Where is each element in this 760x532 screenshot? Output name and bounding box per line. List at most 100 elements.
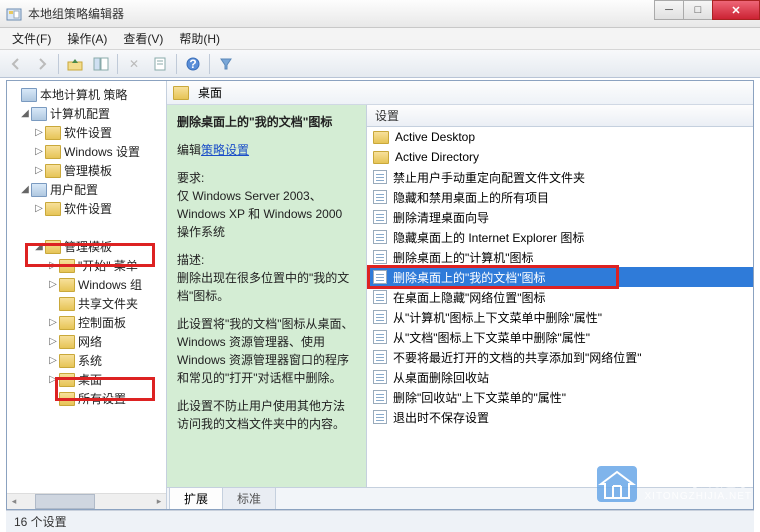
app-icon	[6, 6, 22, 22]
tree-item[interactable]: ▷管理模板	[7, 161, 166, 180]
folder-icon	[373, 151, 389, 164]
folder-icon	[45, 202, 61, 216]
list-item[interactable]: 删除桌面上的"计算机"图标	[367, 247, 753, 267]
policy-title: 删除桌面上的"我的文档"图标	[177, 113, 356, 131]
folder-icon	[45, 240, 61, 254]
tab-standard[interactable]: 标准	[222, 487, 276, 509]
tree-item[interactable]: ▷"开始" 菜单	[7, 256, 166, 275]
list-item[interactable]: 不要将最近打开的文档的共享添加到"网络位置"	[367, 347, 753, 367]
config-icon	[31, 183, 47, 197]
show-hide-tree-button[interactable]	[89, 53, 113, 75]
list-item[interactable]: 删除清理桌面向导	[367, 207, 753, 227]
minimize-button[interactable]: ─	[654, 0, 684, 20]
filter-button[interactable]	[214, 53, 238, 75]
tree-admin-templates[interactable]: ◢管理模板	[7, 237, 166, 256]
status-text: 16 个设置	[14, 513, 67, 530]
list-item-selected[interactable]: 删除桌面上的"我的文档"图标	[367, 267, 753, 287]
forward-button[interactable]	[30, 53, 54, 75]
tree-item[interactable]: ▷网络	[7, 332, 166, 351]
tree-item[interactable]: ▷软件设置	[7, 199, 166, 218]
list-item[interactable]: 隐藏桌面上的 Internet Explorer 图标	[367, 227, 753, 247]
help-button[interactable]: ?	[181, 53, 205, 75]
content: 本地计算机 策略 ◢计算机配置 ▷软件设置 ▷Windows 设置 ▷管理模板 …	[6, 80, 754, 510]
policy-icon	[373, 310, 387, 324]
tree-item[interactable]: 共享文件夹	[7, 294, 166, 313]
policy-icon	[373, 230, 387, 244]
folder-icon	[59, 335, 75, 349]
folder-icon	[59, 373, 75, 387]
description-panel: 删除桌面上的"我的文档"图标 编辑策略设置 要求:仅 Windows Serve…	[167, 105, 367, 487]
back-button[interactable]	[4, 53, 28, 75]
tree-h-scrollbar[interactable]: ◂▸	[7, 493, 166, 509]
up-button[interactable]	[63, 53, 87, 75]
close-button[interactable]: ✕	[712, 0, 760, 20]
tree-user-config[interactable]: ◢用户配置	[7, 180, 166, 199]
window-title: 本地组策略编辑器	[28, 5, 655, 22]
tree-desktop[interactable]: ▷桌面	[7, 370, 166, 389]
folder-icon	[45, 126, 61, 140]
tree-item[interactable]: ▷软件设置	[7, 123, 166, 142]
list-item[interactable]: 从"文档"图标上下文菜单中删除"属性"	[367, 327, 753, 347]
status-bar: 16 个设置	[6, 510, 754, 532]
tree-pane: 本地计算机 策略 ◢计算机配置 ▷软件设置 ▷Windows 设置 ▷管理模板 …	[7, 81, 167, 509]
policy-icon	[373, 250, 387, 264]
policy-icon	[373, 390, 387, 404]
folder-icon	[173, 86, 189, 100]
policy-icon	[373, 330, 387, 344]
folder-icon	[59, 316, 75, 330]
folder-icon	[59, 259, 75, 273]
main-header: 桌面	[167, 81, 753, 105]
policy-icon	[373, 410, 387, 424]
policy-icon	[373, 370, 387, 384]
folder-icon	[373, 131, 389, 144]
menu-view[interactable]: 查看(V)	[115, 28, 171, 49]
tree-root[interactable]: 本地计算机 策略	[7, 85, 166, 104]
main-header-title: 桌面	[198, 84, 222, 101]
edit-policy-link[interactable]: 策略设置	[201, 143, 249, 157]
main-pane: 桌面 删除桌面上的"我的文档"图标 编辑策略设置 要求:仅 Windows Se…	[167, 81, 753, 509]
folder-icon	[45, 164, 61, 178]
folder-icon	[59, 278, 75, 292]
list-item[interactable]: 从桌面删除回收站	[367, 367, 753, 387]
tree-item[interactable]: ▷系统	[7, 351, 166, 370]
settings-list: 设置 Active Desktop Active Directory 禁止用户手…	[367, 105, 753, 487]
list-column-header[interactable]: 设置	[367, 105, 753, 127]
folder-icon	[45, 145, 61, 159]
policy-icon	[373, 350, 387, 364]
policy-icon	[21, 88, 37, 102]
menubar: 文件(F) 操作(A) 查看(V) 帮助(H)	[0, 28, 760, 50]
menu-file[interactable]: 文件(F)	[4, 28, 59, 49]
list-item[interactable]: 退出时不保存设置	[367, 407, 753, 427]
config-icon	[31, 107, 47, 121]
list-item[interactable]: Active Directory	[367, 147, 753, 167]
delete-button[interactable]: ✕	[122, 53, 146, 75]
folder-icon	[59, 297, 75, 311]
folder-icon	[59, 392, 75, 406]
tree-item[interactable]: 所有设置	[7, 389, 166, 408]
policy-icon	[373, 290, 387, 304]
view-tabs: 扩展 标准	[167, 487, 753, 509]
titlebar: 本地组策略编辑器 ─ □ ✕	[0, 0, 760, 28]
list-item[interactable]: 在桌面上隐藏"网络位置"图标	[367, 287, 753, 307]
tree-item[interactable]: ▷Windows 组	[7, 275, 166, 294]
toolbar: ✕ ?	[0, 50, 760, 78]
tree-item[interactable]: ▷控制面板	[7, 313, 166, 332]
tree-computer-config[interactable]: ◢计算机配置	[7, 104, 166, 123]
list-item[interactable]: 删除"回收站"上下文菜单的"属性"	[367, 387, 753, 407]
policy-icon	[373, 170, 387, 184]
tree-item[interactable]: ▷Windows 设置	[7, 142, 166, 161]
policy-icon	[373, 190, 387, 204]
folder-icon	[59, 354, 75, 368]
tab-extended[interactable]: 扩展	[169, 487, 223, 509]
policy-icon	[373, 210, 387, 224]
menu-action[interactable]: 操作(A)	[59, 28, 115, 49]
policy-icon	[373, 270, 387, 284]
list-item[interactable]: 禁止用户手动重定向配置文件文件夹	[367, 167, 753, 187]
list-item[interactable]: Active Desktop	[367, 127, 753, 147]
list-item[interactable]: 从"计算机"图标上下文菜单中删除"属性"	[367, 307, 753, 327]
properties-button[interactable]	[148, 53, 172, 75]
maximize-button[interactable]: □	[683, 0, 713, 20]
list-item[interactable]: 隐藏和禁用桌面上的所有项目	[367, 187, 753, 207]
svg-text:?: ?	[189, 57, 196, 71]
menu-help[interactable]: 帮助(H)	[171, 28, 228, 49]
